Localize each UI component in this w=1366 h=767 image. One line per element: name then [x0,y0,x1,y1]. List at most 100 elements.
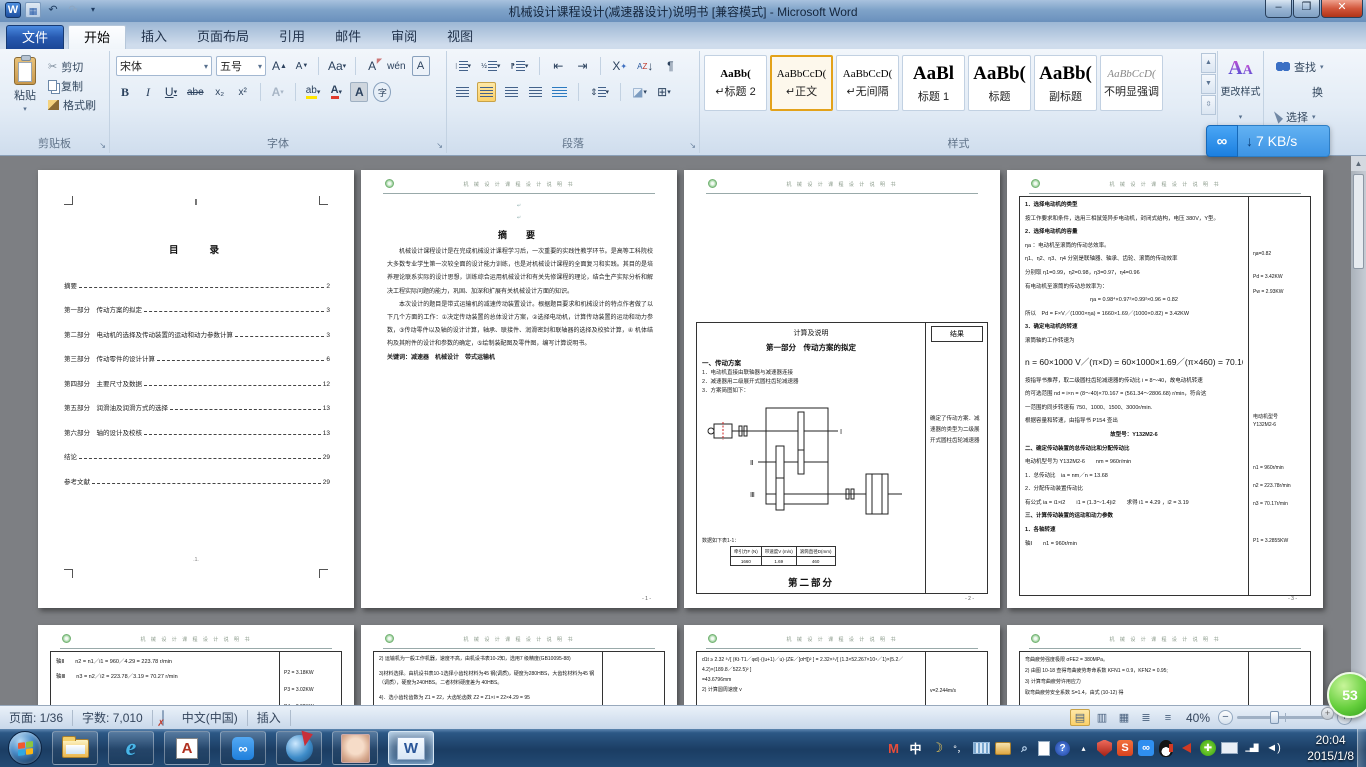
numbering-icon[interactable]: ½▾ [479,56,502,76]
line-spacing-icon[interactable]: ⇕▾ [588,82,611,102]
style-标题[interactable]: AaBb(标题 [968,55,1031,111]
internet-explorer-taskbar-button[interactable]: e [108,731,154,765]
bold-icon[interactable]: B [116,82,134,102]
replace-button[interactable]: 换 [1274,82,1326,101]
paste-button[interactable]: 粘贴 ▾ [6,57,44,113]
autocad-taskbar-button[interactable]: A [164,731,210,765]
italic-icon[interactable]: I [139,82,157,102]
signal-icon[interactable]: ▁▄█ [1243,739,1260,757]
360-shield-icon[interactable] [1097,740,1112,757]
tab-开始[interactable]: 开始 [68,25,126,49]
paste-dropdown-icon[interactable]: ▾ [23,105,27,113]
word-taskbar-button[interactable]: W [388,731,434,765]
insert-mode-indicator[interactable]: 插入 [248,709,290,726]
redo-icon[interactable]: ↷ [65,2,81,18]
page-6-partial[interactable]: 机 械 设 计 课 程 设 计 说 明 书 2) 运输机为一般工作机器，速度不高… [361,625,677,705]
style-不明显强调[interactable]: AaBbCcD(不明显强调 [1100,55,1163,111]
phonetic-guide-icon[interactable]: wén [385,56,407,76]
fullscreen-reading-view-icon[interactable]: ▥ [1092,709,1112,726]
highlight-icon[interactable]: ab▾ [304,82,323,102]
outline-view-icon[interactable]: ≣ [1136,709,1156,726]
change-case-icon[interactable]: Aa▾ [326,56,348,76]
paragraph-dialog-launcher-icon[interactable]: ↘ [689,141,696,150]
style-标题 1[interactable]: AaBl标题 1 [902,55,965,111]
font-size-combo[interactable]: 五号▾ [216,56,266,76]
spellcheck-status-icon[interactable] [153,711,173,725]
mail-icon[interactable]: M [885,739,902,757]
taskbar-clock[interactable]: 20:04 2015/1/8 [1307,732,1354,764]
soft-keyboard-icon[interactable] [973,742,990,754]
print-layout-view-icon[interactable]: ▤ [1070,709,1090,726]
scrollbar-thumb[interactable] [1353,174,1364,269]
zoom-track[interactable] [1237,716,1333,719]
draft-view-icon[interactable]: ≡ [1158,709,1178,726]
asian-layout-icon[interactable]: X✦ [610,56,629,76]
clipboard-dialog-launcher-icon[interactable]: ↘ [99,141,106,150]
character-border-icon[interactable]: A [412,56,430,76]
sort-icon[interactable]: AZ↓ [635,56,655,76]
distribute-icon[interactable] [550,82,569,102]
align-left-icon[interactable] [453,82,471,102]
clear-formatting-icon[interactable]: A◤ [363,56,381,76]
tab-引用[interactable]: 引用 [264,25,320,49]
copy-button[interactable]: 复制 [46,76,98,95]
font-color-icon[interactable]: A▾ [327,82,345,102]
character-shading-icon[interactable]: A [350,82,368,102]
shrink-font-icon[interactable]: A▼ [293,56,311,76]
green-shield-icon[interactable]: ✚ [1200,740,1216,756]
close-button[interactable]: ✕ [1321,0,1363,18]
save-icon[interactable]: ▦ [25,2,41,18]
red-horn-icon[interactable] [1178,739,1195,757]
web-layout-view-icon[interactable]: ▦ [1114,709,1134,726]
tab-视图[interactable]: 视图 [432,25,488,49]
strikethrough-icon[interactable]: abe [185,82,206,102]
vertical-scrollbar[interactable]: ▲ ▼ [1351,156,1366,705]
tab-审阅[interactable]: 审阅 [376,25,432,49]
maximize-button[interactable]: ❐ [1293,0,1320,18]
input-lang-icon[interactable]: 中 [907,739,924,757]
font-name-combo[interactable]: 宋体▾ [116,56,212,76]
baidu-cloud-taskbar-button[interactable]: ∞ [220,731,266,765]
sogou-icon[interactable]: S [1117,740,1133,756]
text-effects-icon[interactable]: A▾ [269,82,287,102]
borders-icon[interactable]: ⊞▾ [655,82,673,102]
document-icon[interactable] [1038,741,1050,756]
word-app-icon[interactable]: W [5,2,21,18]
page-3-scheme[interactable]: 机 械 设 计 课 程 设 计 说 明 书 计算及说明 第一部分 传动方案的拟定… [684,170,1000,608]
style-gallery-more-icon[interactable]: ⇳ [1201,95,1216,115]
zoom-out-icon[interactable]: − [1218,710,1233,725]
start-button[interactable] [8,731,42,765]
style-副标题[interactable]: AaBb(副标题 [1034,55,1097,111]
browser-globe-taskbar-button[interactable] [276,731,322,765]
help-icon[interactable]: ? [1055,741,1070,756]
font-dialog-launcher-icon[interactable]: ↘ [436,141,443,150]
page-5-partial[interactable]: 机 械 设 计 课 程 设 计 说 明 书 轴Ⅱ n2 = n1／i1 = 96… [38,625,354,705]
style-scroll-down-icon[interactable]: ▼ [1201,74,1216,94]
qat-dropdown-icon[interactable]: ▾ [85,2,101,18]
moon-icon[interactable]: ☽ [929,739,946,757]
decrease-indent-icon[interactable]: ⇤ [549,56,567,76]
file-tab[interactable]: 文件 [6,25,64,49]
volume-icon[interactable]: ◄) [1265,739,1282,757]
zoom-level[interactable]: 40% [1178,711,1218,725]
style-scroll-up-icon[interactable]: ▲ [1201,53,1216,73]
tray-expand-icon[interactable]: ▴ [1075,739,1092,757]
page-7-partial[interactable]: 机 械 设 计 课 程 设 计 说 明 书 d1t ≥ 2.32 ³√[ (Kt… [684,625,1000,705]
enclose-characters-icon[interactable]: 字 [373,82,391,102]
touch-keyboard-icon[interactable] [1221,742,1238,754]
format-painter-button[interactable]: 格式刷 [46,95,98,114]
multilevel-list-icon[interactable]: ⁋▾ [508,56,530,76]
scroll-up-icon[interactable]: ▲ [1351,156,1366,171]
bubble-plus-icon[interactable]: + [1321,707,1334,720]
punctuation-icon[interactable]: °， [951,739,968,757]
sogou-toolbox-icon[interactable] [995,742,1011,755]
align-right-icon[interactable] [502,82,520,102]
style-正文[interactable]: AaBbCcD(↵正文 [770,55,833,111]
explorer-taskbar-button[interactable] [52,731,98,765]
bullets-icon[interactable]: ⁝▾ [453,56,473,76]
show-marks-icon[interactable]: ¶ [661,56,679,76]
page-2-abstract[interactable]: 机 械 设 计 课 程 设 计 说 明 书 ↵ ↵ 摘 要 机械设计课程设计是在… [361,170,677,608]
minimize-button[interactable]: – [1265,0,1292,18]
grow-font-icon[interactable]: A▲ [270,56,289,76]
justify-icon[interactable] [526,82,544,102]
